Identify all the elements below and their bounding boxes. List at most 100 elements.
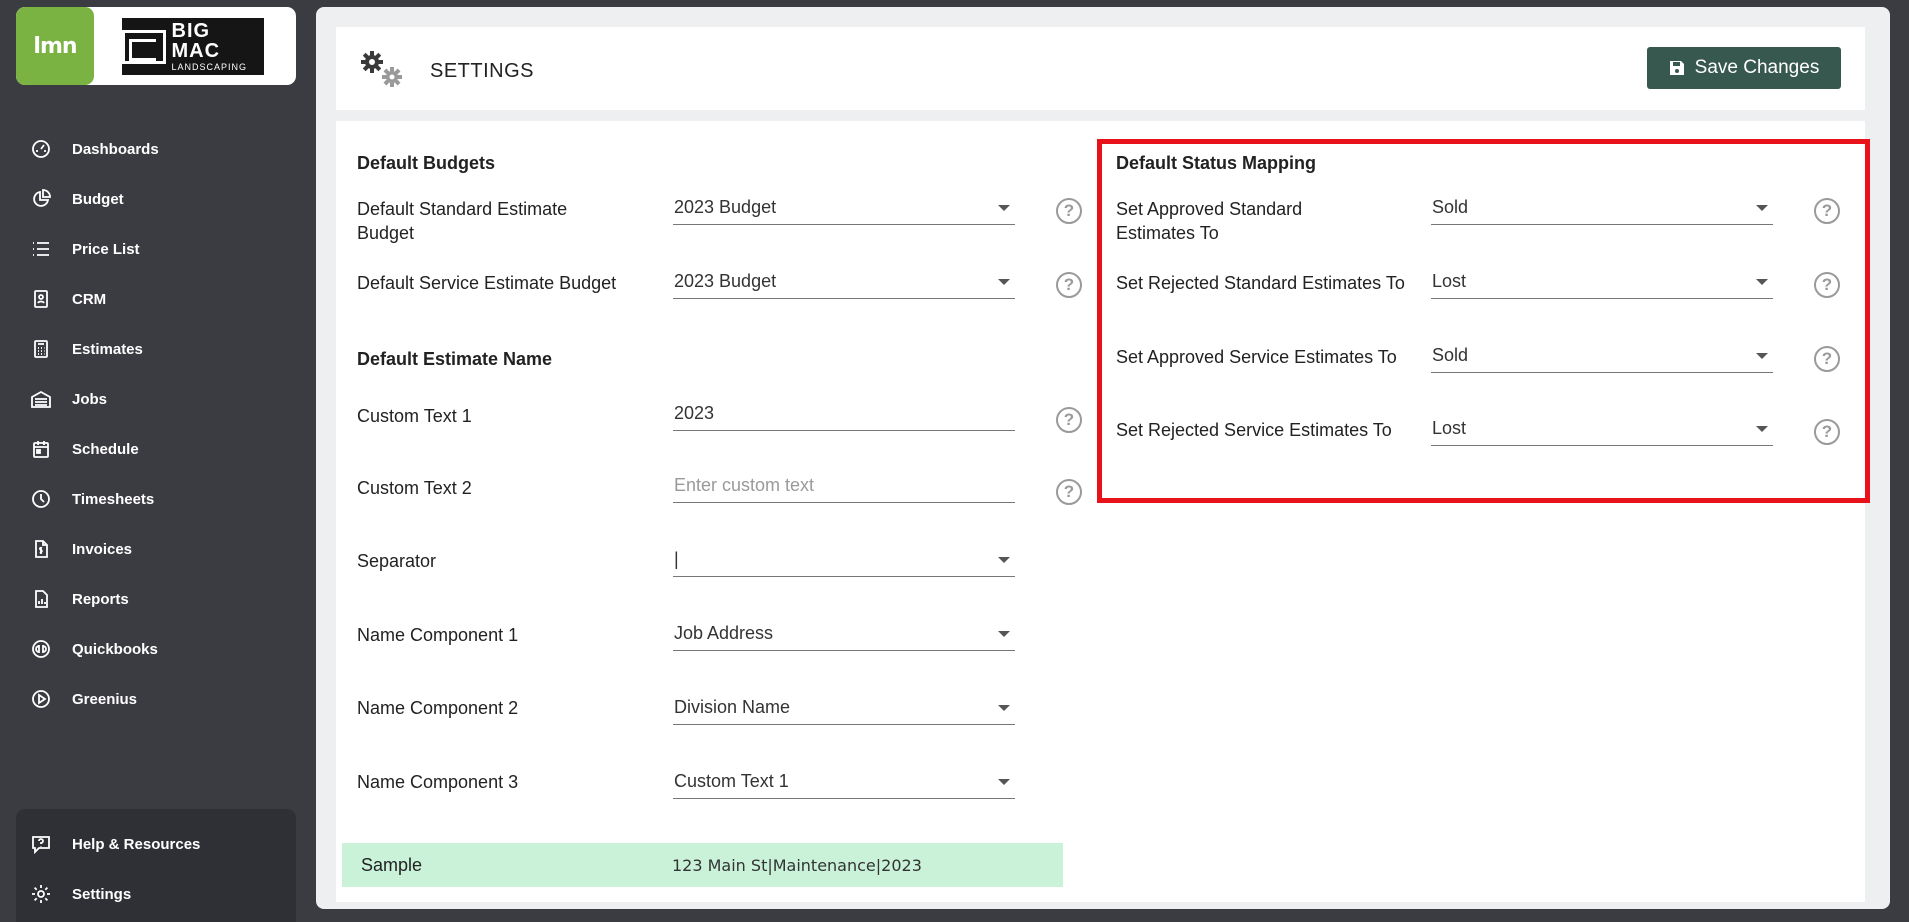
chevron-down-icon <box>1756 279 1768 285</box>
chevron-down-icon <box>998 705 1010 711</box>
sample-label: Sample <box>361 855 423 875</box>
floppy-disk-icon <box>1669 61 1684 75</box>
service-budget-value: 2023 Budget <box>674 271 777 291</box>
sidebar-item-label: Price List <box>72 240 140 258</box>
name-component-3-select[interactable]: Custom Text 1 <box>673 765 1015 799</box>
rejected-standard-label: Set Rejected Standard Estimates To <box>1116 273 1405 293</box>
sidebar-item-label: Help & Resources <box>72 835 201 853</box>
help-icon[interactable]: ? <box>1056 272 1082 298</box>
name-component-2-label: Name Component 2 <box>357 698 519 718</box>
sidebar-item-estimates[interactable]: Estimates <box>0 324 316 374</box>
approved-standard-select[interactable]: Sold <box>1431 191 1773 225</box>
sidebar-item-label: Reports <box>72 590 129 608</box>
help-icon[interactable]: ? <box>1056 479 1082 505</box>
sidebar-item-reports[interactable]: Reports <box>0 574 316 624</box>
separator-label: Separator <box>357 551 437 571</box>
garage-icon <box>30 388 52 410</box>
name-component-2-select[interactable]: Division Name <box>673 691 1015 725</box>
name-component-1-label: Name Component 1 <box>357 625 519 645</box>
save-changes-button[interactable]: Save Changes <box>1647 47 1841 89</box>
sidebar-item-help-resources[interactable]: Help & Resources <box>16 819 296 869</box>
chevron-down-icon <box>1756 353 1768 359</box>
name-component-3-label: Name Component 3 <box>357 772 519 792</box>
logo-card[interactable]: lmn BIG MAC LANDSCAPING <box>16 7 296 85</box>
help-icon[interactable]: ? <box>1814 272 1840 298</box>
page-header: SETTINGS Save Changes <box>336 27 1865 110</box>
help-icon[interactable]: ? <box>1814 346 1840 372</box>
sidebar-nav: Dashboards Budget Price List CRM Estimat… <box>0 124 316 724</box>
save-changes-label: Save Changes <box>1694 57 1820 78</box>
invoice-icon <box>30 538 52 560</box>
chevron-down-icon <box>1756 205 1768 211</box>
sidebar-item-quickbooks[interactable]: Quickbooks <box>0 624 316 674</box>
standard-budget-label: Default Standard Estimate Budget <box>357 199 568 243</box>
sidebar-bottom: Help & Resources Settings <box>16 809 296 922</box>
name-component-1-select[interactable]: Job Address <box>673 617 1015 651</box>
custom-text-1-input[interactable]: 2023 <box>673 397 1015 431</box>
settings-card: Default Budgets Default Standard Estimat… <box>336 121 1865 902</box>
service-budget-select[interactable]: 2023 Budget <box>673 265 1015 299</box>
quickbooks-icon <box>30 638 52 660</box>
sample-value: 123 Main St|Maintenance|2023 <box>672 856 922 875</box>
company-logo-line2: LANDSCAPING <box>171 62 248 72</box>
sidebar-item-schedule[interactable]: Schedule <box>0 424 316 474</box>
clock-icon <box>30 488 52 510</box>
chevron-down-icon <box>998 557 1010 563</box>
rejected-service-value: Lost <box>1432 418 1467 438</box>
chevron-down-icon <box>998 631 1010 637</box>
rejected-standard-select[interactable]: Lost <box>1431 265 1773 299</box>
approved-service-value: Sold <box>1432 345 1469 365</box>
separator-select[interactable]: | <box>673 543 1015 577</box>
custom-text-2-label: Custom Text 2 <box>357 478 472 498</box>
sidebar-item-label: Estimates <box>72 340 143 358</box>
custom-text-1-label: Custom Text 1 <box>357 406 472 426</box>
gear-icon <box>30 883 52 905</box>
company-logo-mark-icon <box>122 29 166 64</box>
sidebar-item-invoices[interactable]: Invoices <box>0 524 316 574</box>
name-component-1-value: Job Address <box>674 623 774 643</box>
window-edge <box>1890 0 1909 922</box>
sidebar-item-label: Schedule <box>72 440 139 458</box>
sidebar-item-timesheets[interactable]: Timesheets <box>0 474 316 524</box>
sidebar-item-settings[interactable]: Settings <box>16 869 296 919</box>
standard-budget-select[interactable]: 2023 Budget <box>673 191 1015 225</box>
company-logo: BIG MAC LANDSCAPING <box>122 18 264 75</box>
rejected-service-label: Set Rejected Service Estimates To <box>1116 420 1392 440</box>
contact-card-icon <box>30 288 52 310</box>
help-icon[interactable]: ? <box>1814 198 1840 224</box>
help-icon[interactable]: ? <box>1814 419 1840 445</box>
sidebar-item-label: Greenius <box>72 690 138 708</box>
approved-standard-label: Set Approved Standard Estimates To <box>1116 199 1303 243</box>
service-budget-label: Default Service Estimate Budget <box>357 273 617 293</box>
sidebar-item-budget[interactable]: Budget <box>0 174 316 224</box>
list-icon <box>30 238 52 260</box>
sidebar-item-label: CRM <box>72 290 107 308</box>
sidebar-item-crm[interactable]: CRM <box>0 274 316 324</box>
sidebar-item-label: Timesheets <box>72 490 155 508</box>
default-estimate-name-title: Default Estimate Name <box>357 349 553 369</box>
help-icon[interactable]: ? <box>1056 198 1082 224</box>
name-component-3-value: Custom Text 1 <box>674 771 789 791</box>
main-content: SETTINGS Save Changes Default Budgets De… <box>316 7 1890 909</box>
pie-chart-icon <box>30 188 52 210</box>
separator-value: | <box>674 549 679 569</box>
sidebar-item-price-list[interactable]: Price List <box>0 224 316 274</box>
sidebar-item-jobs[interactable]: Jobs <box>0 374 316 424</box>
rejected-service-select[interactable]: Lost <box>1431 412 1773 446</box>
chevron-down-icon <box>998 279 1010 285</box>
approved-standard-value: Sold <box>1432 197 1469 217</box>
sidebar-item-greenius[interactable]: Greenius <box>0 674 316 724</box>
sidebar-item-dashboards[interactable]: Dashboards <box>0 124 316 174</box>
standard-budget-value: 2023 Budget <box>674 197 777 217</box>
custom-text-2-input[interactable]: Enter custom text <box>673 469 1015 503</box>
settings-gears-icon <box>361 51 402 87</box>
sidebar-item-label: Quickbooks <box>72 640 158 658</box>
chevron-down-icon <box>1756 426 1768 432</box>
approved-service-select[interactable]: Sold <box>1431 339 1773 373</box>
chevron-down-icon <box>998 205 1010 211</box>
custom-text-2-placeholder: Enter custom text <box>674 475 815 495</box>
dashboard-gauge-icon <box>30 138 52 160</box>
lmn-logo: lmn <box>16 7 94 85</box>
sidebar-item-label: Settings <box>72 885 132 903</box>
help-icon[interactable]: ? <box>1056 407 1082 433</box>
